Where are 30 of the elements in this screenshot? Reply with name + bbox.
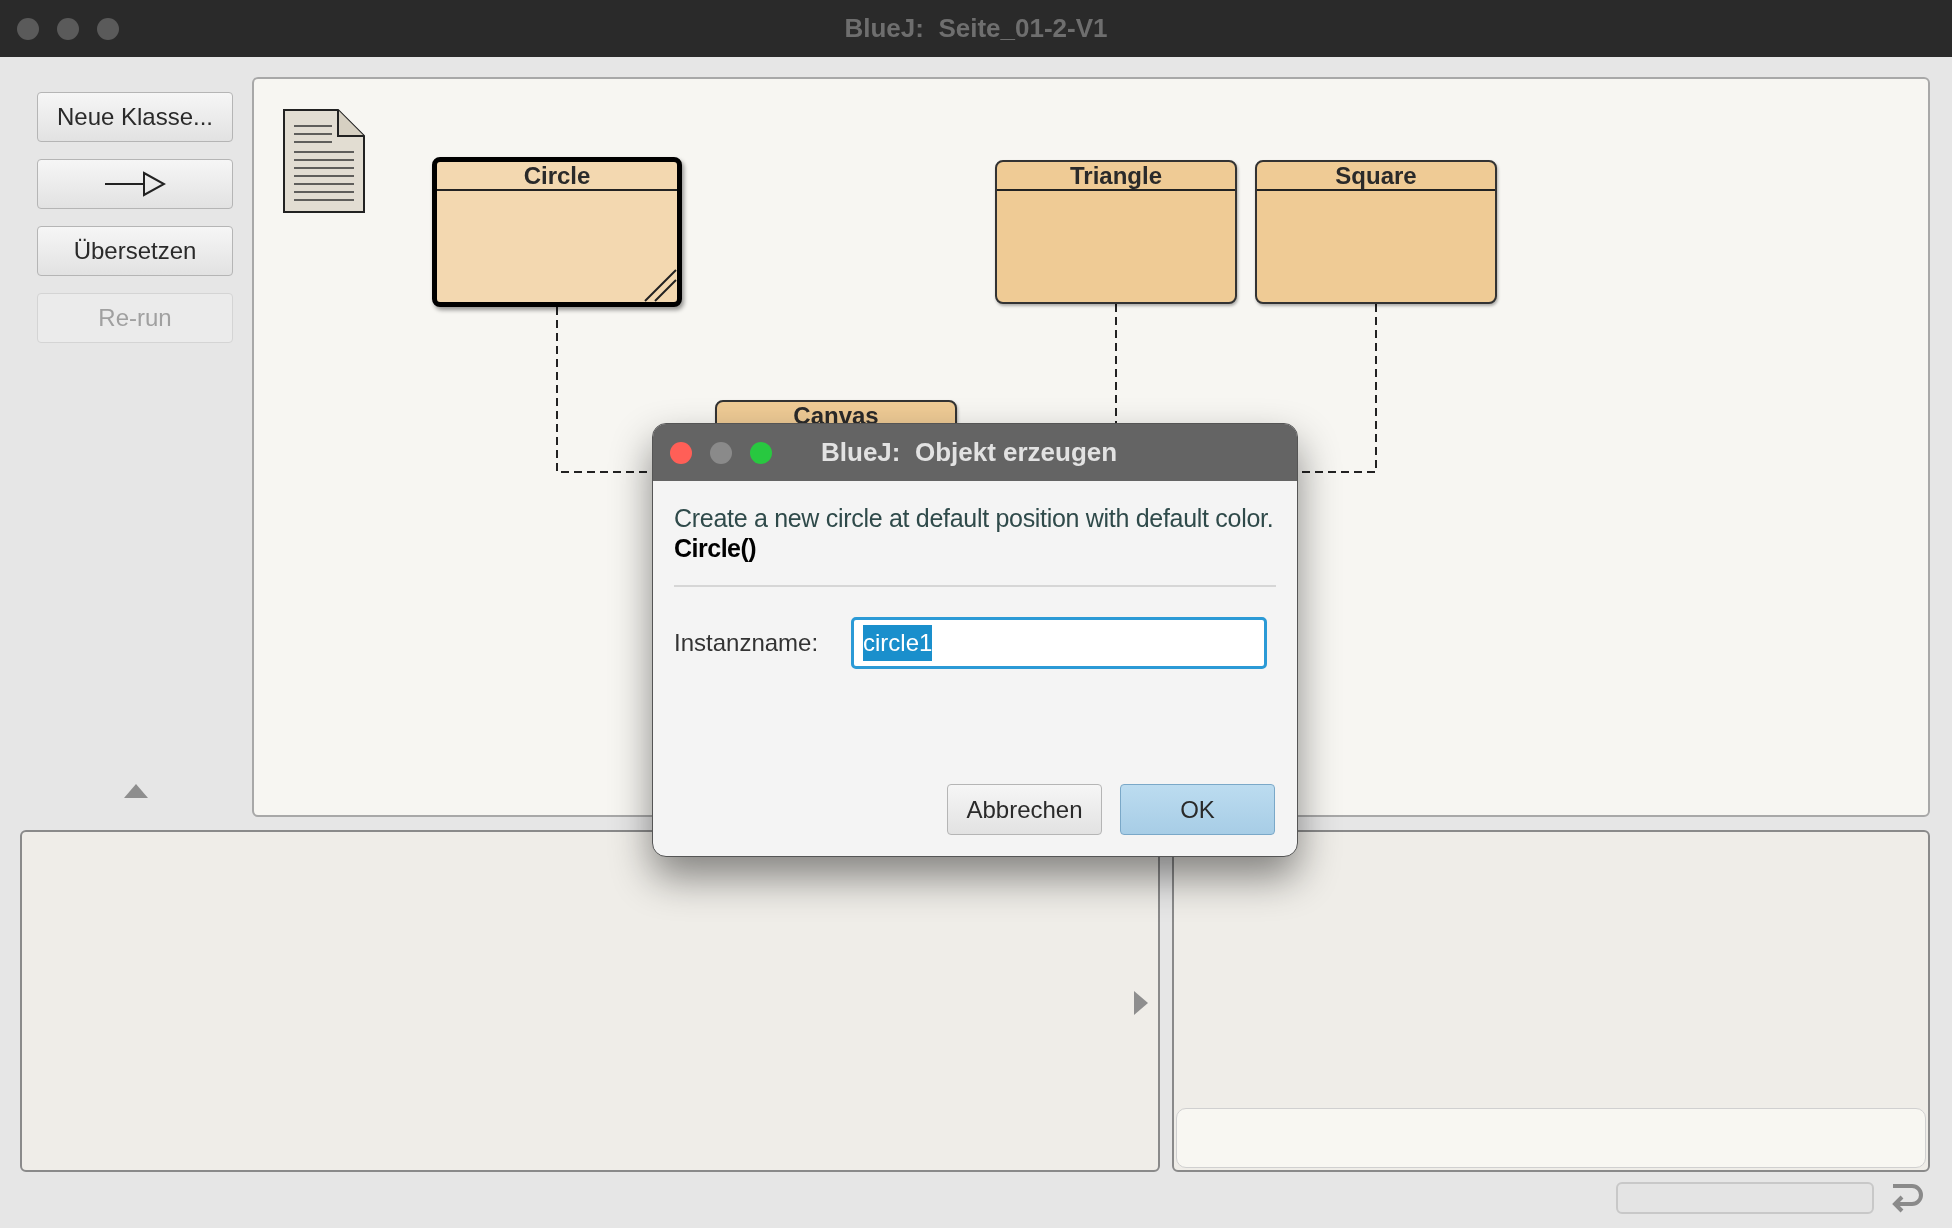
cancel-button[interactable]: Abbrechen (947, 784, 1102, 835)
class-name: Square (1335, 163, 1417, 188)
class-name: Circle (523, 163, 591, 188)
arrow-icon (104, 171, 166, 197)
window-title: BlueJ: Seite_01-2-V1 (843, 12, 1109, 45)
window-control-icon[interactable] (16, 16, 40, 41)
ok-button[interactable]: OK (1120, 784, 1275, 835)
readme-document-icon[interactable] (282, 108, 367, 214)
return-arrow-icon[interactable] (1890, 1182, 1924, 1214)
window-control-icon[interactable] (56, 16, 80, 41)
up-triangle-icon[interactable] (124, 784, 148, 798)
constructor-signature: Circle() (674, 533, 758, 563)
right-triangle-icon[interactable] (1134, 991, 1148, 1015)
window-control-icon[interactable] (96, 16, 120, 41)
class-box[interactable]: Circle (432, 157, 682, 307)
class-box[interactable]: Square (1255, 160, 1497, 304)
input-field[interactable] (1176, 1108, 1926, 1168)
window-control-icon[interactable] (669, 440, 693, 465)
class-name: Triangle (1070, 163, 1162, 188)
window-control-icon[interactable] (709, 440, 733, 465)
field-label: Instanzname: (674, 628, 820, 658)
inheritance-arrow-button[interactable] (37, 159, 233, 209)
instance-name-field[interactable]: circle1 (851, 617, 1267, 669)
window-control-icon[interactable] (749, 440, 773, 465)
toolbar-button[interactable]: Übersetzen (37, 226, 233, 276)
dialog-title: BlueJ: Objekt erzeugen (821, 436, 1118, 469)
hatch-mark-icon (643, 268, 677, 302)
class-box[interactable]: Triangle (995, 160, 1237, 304)
toolbar-button[interactable]: Neue Klasse... (37, 92, 233, 142)
constructor-description: Create a new circle at default position with default color. (674, 503, 1275, 533)
